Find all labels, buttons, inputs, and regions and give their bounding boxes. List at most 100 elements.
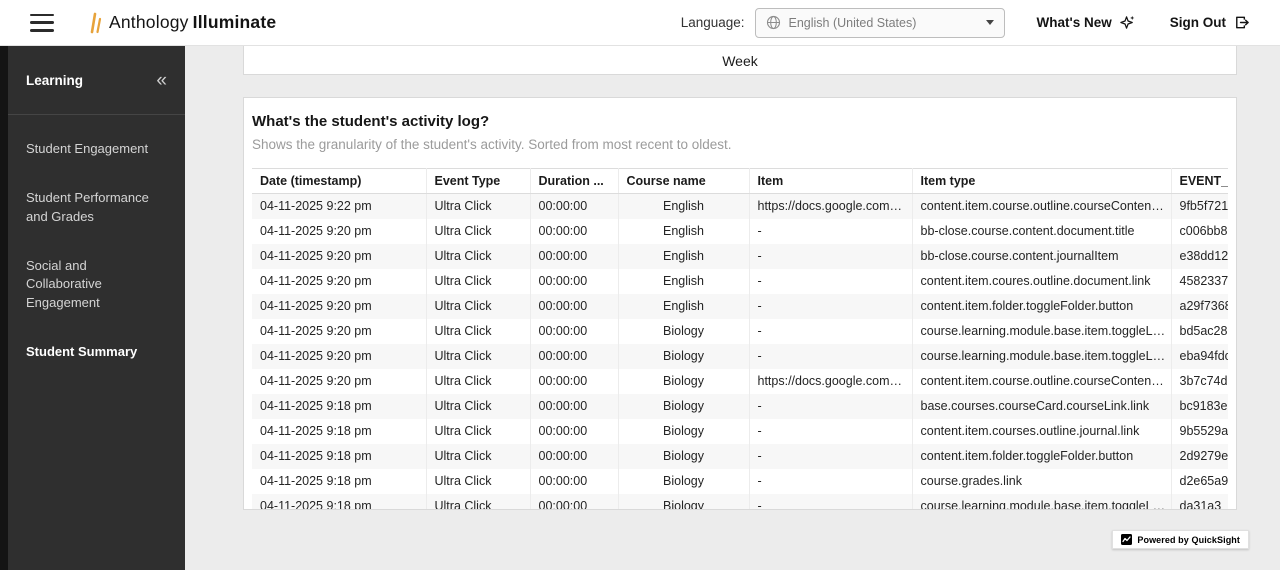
- whats-new-button[interactable]: What's New: [1037, 14, 1136, 31]
- language-select[interactable]: English (United States): [755, 8, 1005, 38]
- table-cell: content.item.folder.toggleFolder.button: [912, 294, 1171, 319]
- table-cell: a29f7368: [1171, 294, 1228, 319]
- table-cell: base.courses.courseCard.courseLink.link: [912, 394, 1171, 419]
- table-cell: 04-11-2025 9:20 pm: [252, 219, 426, 244]
- table-cell: 00:00:00: [530, 344, 618, 369]
- table-cell: d2e65a9: [1171, 469, 1228, 494]
- table-cell: -: [749, 244, 912, 269]
- table-cell: Ultra Click: [426, 444, 530, 469]
- sidebar-item-student-performance-and-grades[interactable]: Student Performance and Grades: [8, 174, 185, 242]
- table-cell: da31a3: [1171, 494, 1228, 511]
- table-cell: 04-11-2025 9:18 pm: [252, 394, 426, 419]
- week-label: Week: [722, 53, 758, 69]
- column-header[interactable]: Event Type: [426, 169, 530, 194]
- table-cell: Ultra Click: [426, 419, 530, 444]
- activity-table-wrap: Date (timestamp)Event TypeDuration ...Co…: [252, 168, 1228, 510]
- table-cell: 04-11-2025 9:22 pm: [252, 194, 426, 219]
- table-row[interactable]: 04-11-2025 9:20 pmUltra Click00:00:00Eng…: [252, 294, 1228, 319]
- quicksight-label: Powered by QuickSight: [1137, 535, 1240, 545]
- table-cell: 00:00:00: [530, 419, 618, 444]
- table-row[interactable]: 04-11-2025 9:20 pmUltra Click00:00:00Eng…: [252, 269, 1228, 294]
- quicksight-icon: [1121, 534, 1132, 545]
- table-cell: Ultra Click: [426, 219, 530, 244]
- column-header[interactable]: Date (timestamp): [252, 169, 426, 194]
- table-cell: English: [618, 294, 749, 319]
- sign-out-button[interactable]: Sign Out: [1170, 14, 1250, 31]
- table-row[interactable]: 04-11-2025 9:20 pmUltra Click00:00:00Eng…: [252, 219, 1228, 244]
- table-cell: content.item.coures.outline.document.lin…: [912, 269, 1171, 294]
- table-cell: English: [618, 194, 749, 219]
- table-cell: Ultra Click: [426, 344, 530, 369]
- table-cell: 00:00:00: [530, 194, 618, 219]
- table-cell: English: [618, 244, 749, 269]
- table-cell: 4582337: [1171, 269, 1228, 294]
- table-cell: 2d9279e: [1171, 444, 1228, 469]
- table-row[interactable]: 04-11-2025 9:20 pmUltra Click00:00:00Eng…: [252, 244, 1228, 269]
- table-row[interactable]: 04-11-2025 9:20 pmUltra Click00:00:00Bio…: [252, 369, 1228, 394]
- table-cell: Ultra Click: [426, 394, 530, 419]
- table-row[interactable]: 04-11-2025 9:20 pmUltra Click00:00:00Bio…: [252, 319, 1228, 344]
- column-header[interactable]: Duration ...: [530, 169, 618, 194]
- sidebar-nav: Student EngagementStudent Performance an…: [8, 115, 185, 377]
- table-cell: 9b5529a: [1171, 419, 1228, 444]
- table-cell: -: [749, 394, 912, 419]
- table-cell: 04-11-2025 9:20 pm: [252, 319, 426, 344]
- table-cell: Ultra Click: [426, 469, 530, 494]
- sidebar-item-student-summary[interactable]: Student Summary: [8, 328, 185, 377]
- table-cell: content.item.courses.outline.journal.lin…: [912, 419, 1171, 444]
- table-row[interactable]: 04-11-2025 9:18 pmUltra Click00:00:00Bio…: [252, 394, 1228, 419]
- table-cell: English: [618, 269, 749, 294]
- table-row[interactable]: 04-11-2025 9:18 pmUltra Click00:00:00Bio…: [252, 494, 1228, 511]
- whats-new-label: What's New: [1037, 15, 1112, 30]
- table-cell: 00:00:00: [530, 394, 618, 419]
- week-control-bar: Week: [243, 46, 1237, 75]
- table-cell: course.learning.module.base.item.toggleL…: [912, 494, 1171, 511]
- table-cell: content.item.folder.toggleFolder.button: [912, 444, 1171, 469]
- table-cell: eba94fdc: [1171, 344, 1228, 369]
- table-cell: -: [749, 419, 912, 444]
- table-cell: Biology: [618, 344, 749, 369]
- brand-logo[interactable]: AnthologyIlluminate: [88, 11, 276, 35]
- globe-icon: [766, 15, 781, 30]
- table-cell: Ultra Click: [426, 269, 530, 294]
- table-cell: course.learning.module.base.item.toggleL…: [912, 344, 1171, 369]
- table-row[interactable]: 04-11-2025 9:22 pmUltra Click00:00:00Eng…: [252, 194, 1228, 219]
- table-cell: content.item.course.outline.courseConten…: [912, 369, 1171, 394]
- column-header[interactable]: Item type: [912, 169, 1171, 194]
- column-header[interactable]: Item: [749, 169, 912, 194]
- table-cell: 04-11-2025 9:18 pm: [252, 494, 426, 511]
- table-cell: Biology: [618, 369, 749, 394]
- column-header[interactable]: EVENT_ID: [1171, 169, 1228, 194]
- hamburger-menu-icon[interactable]: [30, 14, 54, 32]
- sidebar-title: Learning: [26, 73, 83, 88]
- sidebar-item-student-engagement[interactable]: Student Engagement: [8, 125, 185, 174]
- column-header[interactable]: Course name: [618, 169, 749, 194]
- table-cell: Ultra Click: [426, 319, 530, 344]
- activity-table-body: 04-11-2025 9:22 pmUltra Click00:00:00Eng…: [252, 194, 1228, 511]
- sidebar-header: Learning «: [8, 46, 185, 115]
- table-row[interactable]: 04-11-2025 9:18 pmUltra Click00:00:00Bio…: [252, 419, 1228, 444]
- activity-log-card: What's the student's activity log? Shows…: [243, 97, 1237, 510]
- table-cell: 00:00:00: [530, 269, 618, 294]
- table-cell: 00:00:00: [530, 369, 618, 394]
- sidebar-item-social-and-collaborative-engagement[interactable]: Social and Collaborative Engagement: [8, 242, 185, 329]
- sign-out-label: Sign Out: [1170, 15, 1226, 30]
- table-cell: 00:00:00: [530, 319, 618, 344]
- table-cell: Ultra Click: [426, 244, 530, 269]
- table-cell: 00:00:00: [530, 294, 618, 319]
- table-cell: Ultra Click: [426, 194, 530, 219]
- table-header-row: Date (timestamp)Event TypeDuration ...Co…: [252, 169, 1228, 194]
- collapse-sidebar-icon[interactable]: «: [156, 71, 167, 90]
- table-cell: Biology: [618, 319, 749, 344]
- table-cell: Biology: [618, 444, 749, 469]
- table-row[interactable]: 04-11-2025 9:18 pmUltra Click00:00:00Bio…: [252, 469, 1228, 494]
- table-row[interactable]: 04-11-2025 9:18 pmUltra Click00:00:00Bio…: [252, 444, 1228, 469]
- quicksight-badge[interactable]: Powered by QuickSight: [1112, 530, 1249, 549]
- table-row[interactable]: 04-11-2025 9:20 pmUltra Click00:00:00Bio…: [252, 344, 1228, 369]
- table-cell: 04-11-2025 9:18 pm: [252, 469, 426, 494]
- table-cell: 04-11-2025 9:20 pm: [252, 294, 426, 319]
- sign-out-icon: [1233, 14, 1250, 31]
- table-cell: 04-11-2025 9:18 pm: [252, 444, 426, 469]
- table-cell: 00:00:00: [530, 469, 618, 494]
- language-label: Language:: [681, 15, 745, 30]
